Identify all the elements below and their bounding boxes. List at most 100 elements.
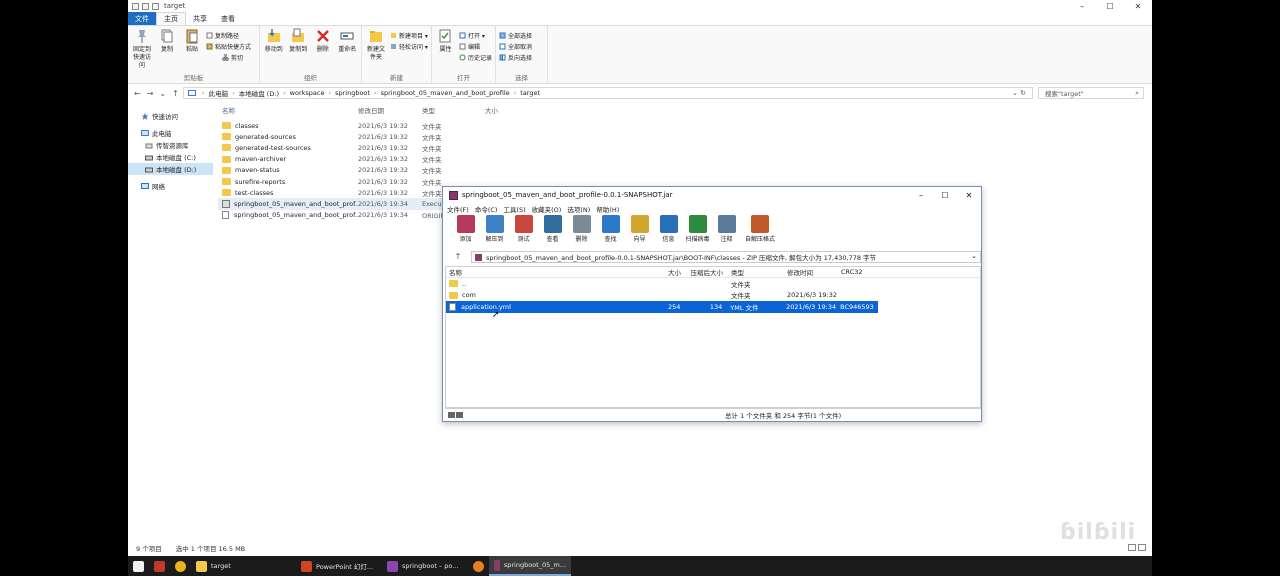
rename-button[interactable]: 重命名 <box>337 28 359 54</box>
file-row[interactable]: classes 2021/6/3 19:32 文件夹 <box>218 120 778 131</box>
archive-row-selected[interactable]: application.yml 254 134 YML 文件 2021/6/3 … <box>446 301 878 313</box>
properties-button[interactable]: 属性 <box>435 28 456 62</box>
address-bar[interactable]: › 此电脑 › 本地磁盘 (D:) › workspace › springbo… <box>183 87 1033 99</box>
column-date[interactable]: 修改日期 <box>358 105 422 115</box>
winrar-titlebar: springboot_05_maven_and_boot_profile-0.0… <box>443 187 981 203</box>
file-row[interactable]: generated-test-sources 2021/6/3 19:32 文件… <box>218 142 778 153</box>
copy-path-button[interactable]: 复制路径 <box>206 30 251 40</box>
cut-button[interactable]: 剪切 <box>206 52 251 62</box>
column-modified[interactable]: 修改时间 <box>781 267 837 277</box>
close-button[interactable]: ✕ <box>1124 0 1152 12</box>
taskbar-winrar[interactable]: springboot_05_m... <box>489 556 571 576</box>
tab-share[interactable]: 共享 <box>186 12 214 25</box>
taskbar-powerpoint[interactable]: PowerPoint 幻灯... <box>296 556 382 576</box>
minimize-button[interactable]: – <box>1068 0 1096 12</box>
breadcrumb-workspace[interactable]: workspace <box>290 89 325 97</box>
history-button[interactable]: 历史记录 <box>459 52 492 62</box>
view-button[interactable]: 查看 <box>540 215 565 243</box>
archive-row[interactable]: com 文件夹 2021/6/3 19:32 <box>446 290 980 302</box>
column-type[interactable]: 类型 <box>422 105 485 115</box>
start-button[interactable] <box>128 556 149 576</box>
large-icons-view-icon[interactable] <box>1138 544 1146 551</box>
details-view-icon[interactable] <box>1128 544 1136 551</box>
menu-help[interactable]: 帮助(H) <box>596 204 619 214</box>
easy-access-button[interactable]: 轻松访问 ▾ <box>390 41 428 51</box>
chevron-down-icon[interactable]: ⌄ <box>971 252 977 260</box>
wizard-button[interactable]: 向导 <box>627 215 652 243</box>
file-row[interactable]: generated-sources 2021/6/3 19:32 文件夹 <box>218 131 778 142</box>
tab-file[interactable]: 文件 <box>128 12 156 25</box>
back-button[interactable]: ← <box>134 89 141 98</box>
archive-row[interactable]: .. 文件夹 <box>446 278 980 290</box>
paste-button[interactable]: 粘贴 <box>181 28 203 70</box>
properties-icon[interactable] <box>142 2 149 10</box>
taskbar-idea[interactable]: springboot – po... <box>382 556 468 576</box>
breadcrumb-project[interactable]: springboot_05_maven_and_boot_profile <box>381 89 510 97</box>
menu-tools[interactable]: 工具(S) <box>503 204 525 214</box>
up-button[interactable]: ↑ <box>172 89 179 98</box>
add-button[interactable]: 添加 <box>453 215 478 243</box>
tab-view[interactable]: 查看 <box>214 12 242 25</box>
virus-scan-button[interactable]: 扫描病毒 <box>685 215 710 243</box>
breadcrumb-target[interactable]: target <box>520 89 540 97</box>
delete-button[interactable]: 删除 <box>569 215 594 243</box>
search-input[interactable]: 搜索"target" ⌕ <box>1038 87 1144 99</box>
new-folder-button[interactable]: 新建文件夹 <box>365 28 387 62</box>
copy-to-button[interactable]: 复制到 <box>288 28 310 54</box>
select-none-button[interactable]: 全部取消 <box>499 41 544 51</box>
file-row[interactable]: maven-status 2021/6/3 19:32 文件夹 <box>218 165 778 176</box>
move-to-button[interactable]: 移动到 <box>263 28 285 54</box>
extract-to-button[interactable]: 解压到 <box>482 215 507 243</box>
breadcrumb-drive-d[interactable]: 本地磁盘 (D:) <box>239 88 279 98</box>
sidebar-item-drive-c[interactable]: 本地磁盘 (C:) <box>128 151 213 163</box>
column-size[interactable]: 大小 <box>485 105 525 115</box>
sidebar-item-this-pc[interactable]: 此电脑 <box>128 127 213 139</box>
menu-favorites[interactable]: 收藏夹(O) <box>532 204 562 214</box>
sidebar-item-quick-access[interactable]: 快速访问 <box>128 110 213 122</box>
new-item-button[interactable]: 新建项目 ▾ <box>390 30 428 40</box>
find-button[interactable]: 查找 <box>598 215 623 243</box>
column-name[interactable]: 名称 <box>446 267 646 277</box>
test-button[interactable]: 测试 <box>511 215 536 243</box>
comment-button[interactable]: 注释 <box>714 215 739 243</box>
close-button[interactable]: ✕ <box>957 187 981 203</box>
menu-options[interactable]: 选项(N) <box>567 204 590 214</box>
sidebar-item-library[interactable]: 传智资源库 <box>128 139 213 151</box>
taskbar-app-red[interactable] <box>149 556 170 576</box>
tab-home[interactable]: 主页 <box>156 12 186 25</box>
open-button[interactable]: 打开 ▾ <box>459 30 492 40</box>
column-size[interactable]: 大小 <box>646 267 681 277</box>
winrar-path-field[interactable]: springboot_05_maven_and_boot_profile-0.0… <box>471 250 981 263</box>
paste-shortcut-button[interactable]: 粘贴快捷方式 <box>206 41 251 51</box>
file-row[interactable]: maven-archiver 2021/6/3 19:32 文件夹 <box>218 154 778 165</box>
sidebar-item-drive-d[interactable]: 本地磁盘 (D:) <box>128 163 213 175</box>
column-name[interactable]: 名称 <box>218 105 358 115</box>
delete-button[interactable]: 删除 <box>312 28 334 54</box>
sfx-button[interactable]: 自解压格式 <box>743 215 777 243</box>
column-crc[interactable]: CRC32 <box>837 268 879 276</box>
copy-button[interactable]: 复制 <box>156 28 178 70</box>
select-all-button[interactable]: 全部选择 <box>499 30 544 40</box>
taskbar-app-orange[interactable] <box>468 556 489 576</box>
forward-button[interactable]: → <box>147 89 154 98</box>
breadcrumb-this-pc[interactable]: 此电脑 <box>209 88 229 98</box>
column-type[interactable]: 类型 <box>723 267 781 277</box>
new-folder-icon[interactable] <box>152 2 159 10</box>
minimize-button[interactable]: – <box>909 187 933 203</box>
maximize-button[interactable]: ☐ <box>933 187 957 203</box>
sidebar-item-network[interactable]: 网络 <box>128 180 213 192</box>
invert-selection-button[interactable]: 反向选择 <box>499 52 544 62</box>
menu-file[interactable]: 文件(F) <box>447 204 469 214</box>
taskbar-explorer[interactable]: target <box>191 556 296 576</box>
breadcrumb-springboot[interactable]: springboot <box>335 89 370 97</box>
pin-quick-access-button[interactable]: 固定到快速访问 <box>131 28 153 70</box>
taskbar-chrome[interactable] <box>170 556 191 576</box>
maximize-button[interactable]: ☐ <box>1096 0 1124 12</box>
up-folder-button[interactable]: ↑ <box>445 252 471 261</box>
column-packed[interactable]: 压缩后大小 <box>681 267 724 277</box>
menu-commands[interactable]: 命令(C) <box>475 204 498 214</box>
recent-locations-button[interactable]: ⌄ <box>159 89 166 98</box>
info-button[interactable]: 信息 <box>656 215 681 243</box>
edit-button[interactable]: 编辑 <box>459 41 492 51</box>
refresh-button[interactable]: ⌄ ↻ <box>1012 89 1026 97</box>
